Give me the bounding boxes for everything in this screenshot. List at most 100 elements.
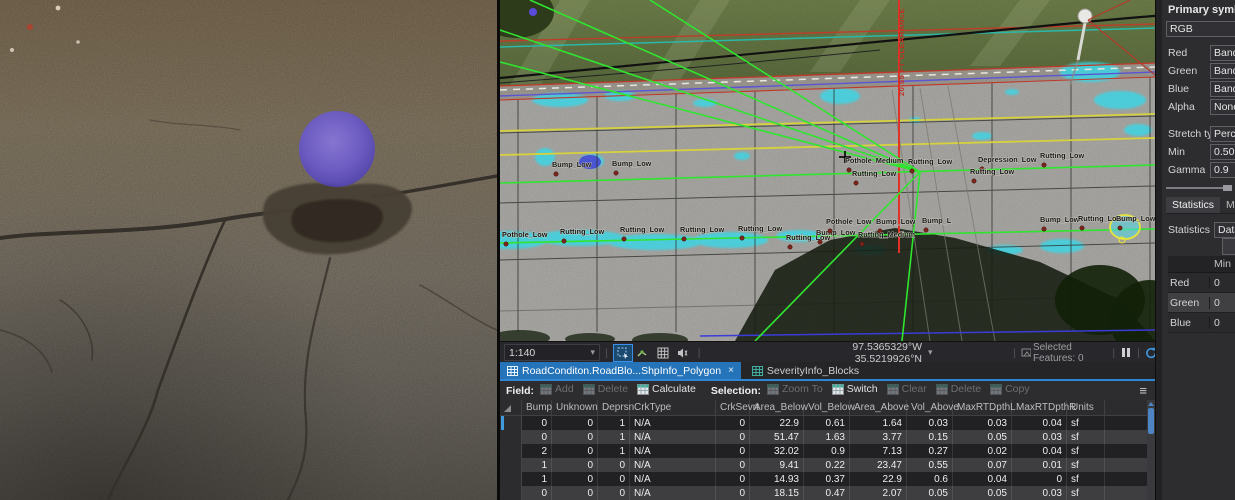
column-header-area_below[interactable]: Area_Below (750, 400, 804, 415)
cell[interactable]: 0 (716, 472, 750, 486)
cell[interactable]: 0 (522, 430, 552, 444)
cell[interactable]: 0.22 (804, 458, 850, 472)
table-row[interactable]: 201N/A032.020.97.130.270.020.04sf (500, 444, 1155, 458)
cell[interactable]: 2 (522, 444, 552, 458)
scrollbar-thumb[interactable] (1148, 408, 1154, 434)
cell[interactable]: 0.05 (953, 486, 1012, 500)
cell[interactable]: sf (1067, 430, 1105, 444)
cell[interactable]: 0.01 (1012, 458, 1067, 472)
select-tool-icon[interactable] (614, 345, 632, 361)
cell[interactable]: 0.04 (1012, 416, 1067, 430)
scroll-up-icon[interactable] (1148, 402, 1154, 406)
tab-severityinfo-blocks[interactable]: SeverityInfo_Blocks (745, 362, 866, 379)
cell[interactable]: 18.15 (750, 486, 804, 500)
green-band-combobox[interactable]: Band (1210, 63, 1235, 79)
blue-band-combobox[interactable]: Band (1210, 81, 1235, 97)
copy-selection-button[interactable]: Copy (990, 383, 1030, 395)
tab-roadcondition-shpinfo-polygon[interactable]: RoadConditon.RoadBlo...ShpInfo_Polygon × (500, 362, 741, 379)
cell[interactable]: 0 (598, 486, 630, 500)
cell[interactable]: 23.47 (850, 458, 907, 472)
row-selector[interactable] (500, 444, 522, 458)
vertical-scrollbar[interactable] (1147, 400, 1155, 500)
gamma-combobox[interactable]: 0.9 (1210, 162, 1235, 178)
cell[interactable]: 0.15 (907, 430, 953, 444)
column-header-units[interactable]: Units (1067, 400, 1105, 415)
cell[interactable]: sf (1067, 458, 1105, 472)
column-header-crksevrt[interactable]: CrkSevrt (716, 400, 750, 415)
cell[interactable]: 32.02 (750, 444, 804, 458)
zoom-to-button[interactable]: Zoom To (767, 383, 823, 395)
calculate-field-button[interactable]: Calculate (637, 383, 696, 395)
cell[interactable]: 3.77 (850, 430, 907, 444)
cell[interactable]: 0 (522, 416, 552, 430)
cell[interactable]: 22.9 (750, 416, 804, 430)
scale-combobox[interactable]: 1:140 ▾ (504, 344, 600, 361)
cell[interactable]: 1 (522, 458, 552, 472)
cell[interactable]: N/A (630, 486, 716, 500)
delete-field-button[interactable]: Delete (583, 383, 628, 395)
cell[interactable]: 0.03 (907, 416, 953, 430)
cell[interactable]: 0.03 (1012, 486, 1067, 500)
cell[interactable]: N/A (630, 472, 716, 486)
delete-selection-button[interactable]: Delete (936, 383, 981, 395)
cell[interactable]: 0.27 (907, 444, 953, 458)
cell[interactable]: 7.13 (850, 444, 907, 458)
cell[interactable]: N/A (630, 430, 716, 444)
aerial-map[interactable]: 20.55 FT CLEARANCE Bump_L (500, 0, 1155, 341)
cell[interactable]: 0 (716, 486, 750, 500)
select-all-corner[interactable] (500, 400, 522, 415)
cell[interactable]: 1 (598, 444, 630, 458)
row-selector[interactable] (500, 472, 522, 486)
close-icon[interactable]: × (728, 365, 734, 376)
cell[interactable]: 0.61 (804, 416, 850, 430)
column-header-unknown[interactable]: Unknown (552, 400, 598, 415)
column-header-maxrtdpthl[interactable]: MaxRTDpthL (953, 400, 1012, 415)
clear-selection-button[interactable]: Clear (887, 383, 927, 395)
cell[interactable]: 0.9 (804, 444, 850, 458)
statistics-source-combobox[interactable]: Dataset (1214, 222, 1235, 238)
red-band-combobox[interactable]: Band (1210, 45, 1235, 61)
cell[interactable]: 0.02 (953, 444, 1012, 458)
add-field-button[interactable]: Add (540, 383, 574, 395)
row-selector[interactable] (500, 430, 522, 444)
cell[interactable]: 0.55 (907, 458, 953, 472)
attribute-grid[interactable]: BumpUnknownDeprsnCrkTypeCrkSevrtArea_Bel… (500, 400, 1155, 500)
cell[interactable]: 1 (598, 416, 630, 430)
alpha-band-combobox[interactable]: None (1210, 99, 1235, 115)
grid-icon[interactable] (654, 345, 672, 361)
panel-hscrollbar[interactable] (1166, 187, 1232, 189)
column-header-bump[interactable]: Bump (522, 400, 552, 415)
cell[interactable]: 1 (598, 430, 630, 444)
cell[interactable]: 0.03 (1012, 430, 1067, 444)
cell[interactable]: 51.47 (750, 430, 804, 444)
cell[interactable]: 0 (552, 458, 598, 472)
column-header-maxrtdpthr[interactable]: MaxRTDpthR (1012, 400, 1067, 415)
column-header-deprsn[interactable]: Deprsn (598, 400, 630, 415)
cell[interactable]: 0 (716, 444, 750, 458)
cell[interactable]: 0 (716, 458, 750, 472)
cell[interactable]: 0 (716, 430, 750, 444)
cell[interactable]: 0 (552, 430, 598, 444)
row-selector[interactable] (500, 416, 522, 430)
cell[interactable]: 0.04 (953, 472, 1012, 486)
cell[interactable]: 0.04 (1012, 444, 1067, 458)
cell[interactable]: 0 (552, 472, 598, 486)
column-header-vol_above[interactable]: Vol_Above (907, 400, 953, 415)
row-selector[interactable] (500, 458, 522, 472)
table-row[interactable]: 001N/A051.471.633.770.150.050.03sf (500, 430, 1155, 444)
cell[interactable]: 9.41 (750, 458, 804, 472)
menu-icon[interactable]: ≡ (1139, 383, 1147, 398)
cell[interactable]: 0 (552, 444, 598, 458)
cell[interactable]: sf (1067, 472, 1105, 486)
cell[interactable]: 0.07 (953, 458, 1012, 472)
cell[interactable]: sf (1067, 486, 1105, 500)
audio-icon[interactable] (674, 345, 692, 361)
cell[interactable]: 0 (552, 416, 598, 430)
cell[interactable]: 0.03 (953, 416, 1012, 430)
cell[interactable]: 0.05 (953, 430, 1012, 444)
cell[interactable]: 0.6 (907, 472, 953, 486)
cell[interactable]: 1 (522, 472, 552, 486)
cell[interactable]: 0.47 (804, 486, 850, 500)
cell[interactable]: 22.9 (850, 472, 907, 486)
min-combobox[interactable]: 0.50 (1210, 144, 1235, 160)
